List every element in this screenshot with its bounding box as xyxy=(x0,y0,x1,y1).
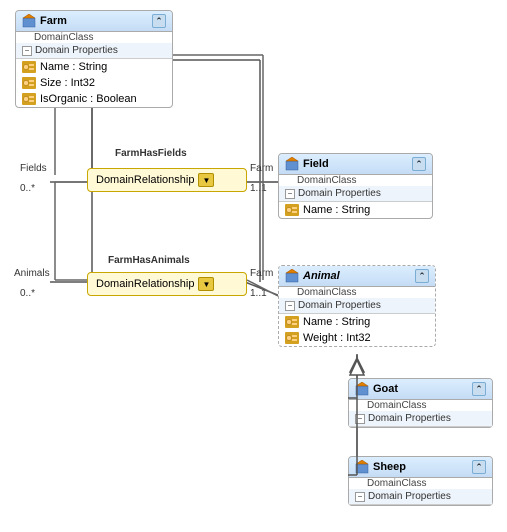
goat-class-box: Goat ⌃ DomainClass − Domain Properties xyxy=(348,378,493,428)
farm-name-prop-icon xyxy=(22,61,36,73)
sheep-section-header: − Domain Properties xyxy=(349,489,492,505)
farmhasfields-dropdown[interactable]: ▼ xyxy=(198,173,214,187)
animal-class-header: Animal ⌃ xyxy=(279,266,435,287)
field-class-icon xyxy=(285,157,299,171)
farmhasfields-label: FarmHasFields xyxy=(115,148,187,159)
farmhasfields-right-label: Farm xyxy=(250,163,273,174)
farmhasanimals-rel-name: DomainRelationship xyxy=(96,278,194,290)
field-class-title: Field xyxy=(285,157,329,171)
farmhasfields-rel-name: DomainRelationship xyxy=(96,174,194,186)
goat-class-header: Goat ⌃ xyxy=(349,379,492,400)
field-collapse-btn[interactable]: ⌃ xyxy=(412,157,426,171)
goat-class-stereotype: DomainClass xyxy=(349,400,492,411)
animal-section-toggle[interactable]: − xyxy=(285,301,295,311)
field-name-prop-text: Name : String xyxy=(303,204,370,216)
farm-section-header: − Domain Properties xyxy=(16,43,172,59)
farmhasanimals-mult-right: 1..1 xyxy=(250,288,267,299)
farm-section-toggle[interactable]: − xyxy=(22,46,32,56)
goat-class-name: Goat xyxy=(373,383,398,395)
farmhasfields-rel-box: DomainRelationship ▼ xyxy=(87,168,247,192)
farm-class-icon xyxy=(22,14,36,28)
animal-name-prop-icon xyxy=(285,316,299,328)
animal-prop-name: Name : String xyxy=(279,314,435,330)
sheep-class-title: Sheep xyxy=(355,460,406,474)
sheep-section-toggle[interactable]: − xyxy=(355,492,365,502)
sheep-collapse-btn[interactable]: ⌃ xyxy=(472,460,486,474)
farm-isorganic-prop-text: IsOrganic : Boolean xyxy=(40,93,137,105)
farm-class-stereotype: DomainClass xyxy=(16,32,172,43)
farm-class-box: Farm ⌃ DomainClass − Domain Properties N… xyxy=(15,10,173,108)
field-class-header: Field ⌃ xyxy=(279,154,432,175)
farm-prop-isorganic: IsOrganic : Boolean xyxy=(16,91,172,107)
farm-class-header: Farm ⌃ xyxy=(16,11,172,32)
farm-name-prop-text: Name : String xyxy=(40,61,107,73)
sheep-class-box: Sheep ⌃ DomainClass − Domain Properties xyxy=(348,456,493,506)
animal-class-stereotype: DomainClass xyxy=(279,287,435,298)
animals-endpoint-label: Animals xyxy=(14,268,50,279)
field-class-box: Field ⌃ DomainClass − Domain Properties … xyxy=(278,153,433,219)
field-section-toggle[interactable]: − xyxy=(285,189,295,199)
farmhasfields-mult-right: 1..1 xyxy=(250,183,267,194)
fields-endpoint-label: Fields xyxy=(20,163,47,174)
diagram-canvas: Farm ⌃ DomainClass − Domain Properties N… xyxy=(0,0,507,532)
farmhasanimals-rel-box: DomainRelationship ▼ xyxy=(87,272,247,296)
field-class-stereotype: DomainClass xyxy=(279,175,432,186)
sheep-class-icon xyxy=(355,460,369,474)
field-name-prop-icon xyxy=(285,204,299,216)
animal-section-label: Domain Properties xyxy=(298,300,381,311)
animal-prop-weight: Weight : Int32 xyxy=(279,330,435,346)
goat-section-label: Domain Properties xyxy=(368,413,451,424)
farm-size-prop-text: Size : Int32 xyxy=(40,77,95,89)
goat-class-icon xyxy=(355,382,369,396)
farmhasanimals-mult-left: 0..* xyxy=(20,288,35,299)
sheep-class-stereotype: DomainClass xyxy=(349,478,492,489)
farm-section-label: Domain Properties xyxy=(35,45,118,56)
farm-prop-size: Size : Int32 xyxy=(16,75,172,91)
farmhasanimals-right-label: Farm xyxy=(250,268,273,279)
goat-collapse-btn[interactable]: ⌃ xyxy=(472,382,486,396)
animal-collapse-btn[interactable]: ⌃ xyxy=(415,269,429,283)
animal-weight-prop-text: Weight : Int32 xyxy=(303,332,371,344)
goat-section-header: − Domain Properties xyxy=(349,411,492,427)
animal-class-icon xyxy=(285,269,299,283)
animal-class-box: Animal ⌃ DomainClass − Domain Properties… xyxy=(278,265,436,347)
sheep-class-name: Sheep xyxy=(373,461,406,473)
farm-class-name: Farm xyxy=(40,15,67,27)
farm-isorganic-prop-icon xyxy=(22,93,36,105)
farm-collapse-btn[interactable]: ⌃ xyxy=(152,14,166,28)
animal-class-title: Animal xyxy=(285,269,340,283)
animal-name-prop-text: Name : String xyxy=(303,316,370,328)
goat-class-title: Goat xyxy=(355,382,398,396)
goat-section-toggle[interactable]: − xyxy=(355,414,365,424)
field-section-header: − Domain Properties xyxy=(279,186,432,202)
farmhasfields-mult-left: 0..* xyxy=(20,183,35,194)
sheep-class-header: Sheep ⌃ xyxy=(349,457,492,478)
field-class-name: Field xyxy=(303,158,329,170)
animal-class-name: Animal xyxy=(303,270,340,282)
animal-section-header: − Domain Properties xyxy=(279,298,435,314)
farm-size-prop-icon xyxy=(22,77,36,89)
animal-weight-prop-icon xyxy=(285,332,299,344)
farm-prop-name: Name : String xyxy=(16,59,172,75)
farm-class-title: Farm xyxy=(22,14,67,28)
field-section-label: Domain Properties xyxy=(298,188,381,199)
field-prop-name: Name : String xyxy=(279,202,432,218)
sheep-section-label: Domain Properties xyxy=(368,491,451,502)
farmhasanimals-label: FarmHasAnimals xyxy=(108,255,190,266)
farmhasanimals-dropdown[interactable]: ▼ xyxy=(198,277,214,291)
